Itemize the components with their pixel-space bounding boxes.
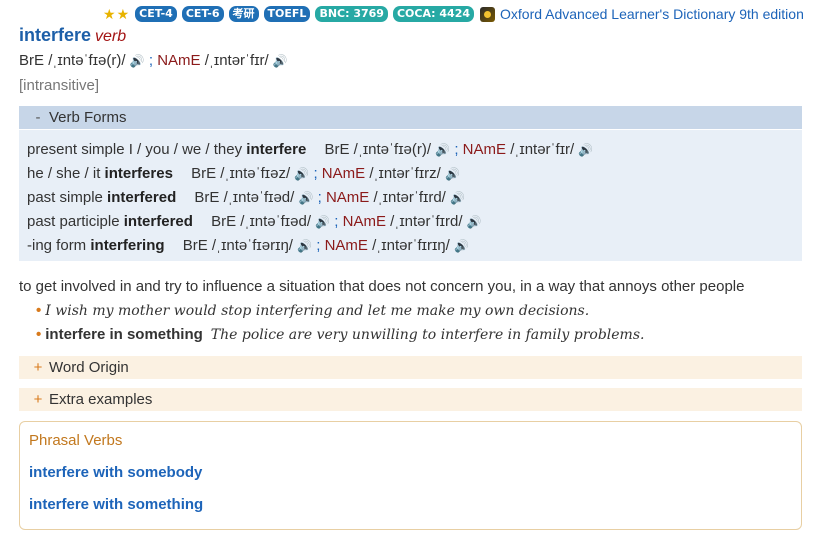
verb-form-word: interfered bbox=[123, 213, 193, 230]
speaker-icon-name[interactable]: 🔊 bbox=[273, 54, 288, 68]
name-label: NAmE bbox=[342, 213, 386, 230]
verb-form-label: past participle bbox=[27, 213, 120, 230]
bre-ipa: /ˌɪntəˈfɪəd/ bbox=[223, 189, 295, 206]
phrasal-verbs-box: Phrasal Verbs interfere with somebody in… bbox=[19, 421, 802, 530]
speaker-icon-bre[interactable]: 🔊 bbox=[298, 191, 313, 205]
extra-examples-label: Extra examples bbox=[49, 391, 153, 408]
name-ipa: /ˌɪntərˈfɪrd/ bbox=[390, 213, 463, 230]
name-ipa: /ˌɪntərˈfɪrd/ bbox=[373, 189, 446, 206]
name-label: NAmE bbox=[321, 165, 366, 182]
bre-label: BrE bbox=[19, 52, 45, 69]
speaker-icon-name[interactable]: 🔊 bbox=[578, 143, 593, 157]
collapse-icon: - bbox=[35, 109, 41, 126]
speaker-icon-bre[interactable]: 🔊 bbox=[315, 215, 330, 229]
speaker-icon-name[interactable]: 🔊 bbox=[454, 239, 469, 253]
separator: ; bbox=[313, 165, 318, 182]
bre-label: BrE bbox=[182, 237, 208, 254]
name-ipa: /ˌɪntərˈfɪr/ bbox=[204, 52, 269, 69]
star-icon: ★ bbox=[103, 6, 116, 22]
separator: ; bbox=[148, 52, 154, 69]
verb-form-row: -ing form interfering BrE /ˌɪntəˈfɪərɪŋ/… bbox=[27, 237, 469, 254]
verb-form-word: interfered bbox=[107, 189, 177, 206]
word-origin-toggle[interactable]: + Word Origin bbox=[19, 356, 802, 379]
example-sentence: • I wish my mother would stop interfering… bbox=[36, 302, 589, 319]
example-text: The police are very unwilling to interfe… bbox=[210, 327, 645, 343]
speaker-icon-name[interactable]: 🔊 bbox=[467, 215, 482, 229]
separator: ; bbox=[454, 141, 459, 158]
verb-forms-title: Verb Forms bbox=[49, 109, 127, 126]
verb-form-label: past simple bbox=[27, 189, 103, 206]
word-origin-label: Word Origin bbox=[49, 359, 129, 376]
speaker-icon-bre[interactable]: 🔊 bbox=[130, 54, 145, 68]
separator: ; bbox=[316, 237, 321, 254]
bre-ipa: /ˌɪntəˈfɪə(r)/ bbox=[353, 141, 432, 158]
verb-forms-toggle[interactable]: - Verb Forms bbox=[19, 106, 802, 129]
badge-toefl: TOEFL bbox=[263, 6, 311, 22]
bre-ipa: /ˌɪntəˈfɪəz/ bbox=[220, 165, 291, 182]
verb-forms-panel: present simple I / you / we / they inter… bbox=[19, 130, 802, 261]
verb-form-row: past participle interfered BrE /ˌɪntəˈfɪ… bbox=[27, 213, 482, 230]
verb-form-label: present simple I / you / we / they bbox=[27, 141, 243, 158]
bre-ipa: /ˌɪntəˈfɪərɪŋ/ bbox=[211, 237, 293, 254]
verb-form-word: interferes bbox=[104, 165, 173, 182]
verb-form-label: he / she / it bbox=[27, 165, 101, 182]
bre-ipa: /ˌɪntəˈfɪəd/ bbox=[240, 213, 311, 230]
bre-label: BrE bbox=[191, 165, 217, 182]
name-ipa: /ˌɪntərˈfɪrɪŋ/ bbox=[372, 237, 450, 254]
phrasal-verbs-title: Phrasal Verbs bbox=[29, 432, 123, 449]
bullet-icon: • bbox=[36, 326, 42, 343]
sense-definition: to get involved in and try to influence … bbox=[19, 278, 745, 295]
bre-label: BrE bbox=[211, 213, 237, 230]
badge-bnc: BNC: 3769 bbox=[315, 6, 388, 22]
bre-ipa: /ˌɪntəˈfɪə(r)/ bbox=[48, 52, 126, 69]
pronunciation-line: BrE /ˌɪntəˈfɪə(r)/ 🔊 ; NAmE /ˌɪntərˈfɪr/… bbox=[19, 52, 288, 69]
speaker-icon-name[interactable]: 🔊 bbox=[450, 191, 465, 205]
badge-kaoyan: 考研 bbox=[228, 6, 259, 22]
name-ipa: /ˌɪntərˈfɪrz/ bbox=[369, 165, 441, 182]
example-sentence: • interfere in something The police are ve… bbox=[36, 326, 644, 343]
headword-text: interfere bbox=[19, 25, 92, 45]
oald-dictionary-icon bbox=[480, 6, 496, 22]
separator: ; bbox=[334, 213, 339, 230]
speaker-icon-name[interactable]: 🔊 bbox=[445, 167, 460, 181]
dictionary-name[interactable]: Oxford Advanced Learner's Dictionary 9th… bbox=[500, 6, 804, 22]
phrasal-verb-link[interactable]: interfere with somebody bbox=[29, 464, 202, 481]
speaker-icon-bre[interactable]: 🔊 bbox=[435, 143, 450, 157]
badge-cet6: CET-6 bbox=[181, 6, 224, 22]
name-label: NAmE bbox=[462, 141, 507, 158]
grammar-label: [intransitive] bbox=[19, 77, 100, 94]
speaker-icon-bre[interactable]: 🔊 bbox=[297, 239, 312, 253]
badge-coca: COCA: 4424 bbox=[392, 6, 475, 22]
speaker-icon-bre[interactable]: 🔊 bbox=[294, 167, 309, 181]
example-text: I wish my mother would stop interfering … bbox=[45, 303, 590, 319]
badge-cet4: CET-4 bbox=[135, 6, 177, 22]
bre-label: BrE bbox=[324, 141, 350, 158]
phrasal-verb-link[interactable]: interfere with something bbox=[29, 496, 203, 513]
part-of-speech: verb bbox=[95, 28, 127, 45]
name-label: NAmE bbox=[157, 52, 201, 69]
name-ipa: /ˌɪntərˈfɪr/ bbox=[510, 141, 575, 158]
verb-form-word: interfering bbox=[90, 237, 165, 254]
collocation-pattern: interfere in something bbox=[45, 326, 203, 343]
verb-form-word: interfere bbox=[246, 141, 307, 158]
separator: ; bbox=[317, 189, 322, 206]
entry-meta-bar: ★ ★ CET-4 CET-6 考研 TOEFL BNC: 3769 COCA:… bbox=[103, 5, 804, 23]
name-label: NAmE bbox=[324, 237, 368, 254]
verb-form-row: past simple interfered BrE /ˌɪntəˈfɪəd/ … bbox=[27, 189, 465, 206]
star-icon: ★ bbox=[116, 6, 130, 22]
verb-form-row: present simple I / you / we / they inter… bbox=[27, 141, 593, 158]
headword: interfere verb bbox=[19, 25, 126, 46]
extra-examples-toggle[interactable]: + Extra examples bbox=[19, 388, 802, 411]
bullet-icon: • bbox=[36, 302, 42, 319]
verb-form-row: he / she / it interferes BrE /ˌɪntəˈfɪəz… bbox=[27, 165, 460, 182]
expand-icon: + bbox=[33, 391, 43, 408]
verb-form-label: -ing form bbox=[27, 237, 87, 254]
expand-icon: + bbox=[33, 359, 43, 376]
bre-label: BrE bbox=[194, 189, 220, 206]
name-label: NAmE bbox=[325, 189, 370, 206]
